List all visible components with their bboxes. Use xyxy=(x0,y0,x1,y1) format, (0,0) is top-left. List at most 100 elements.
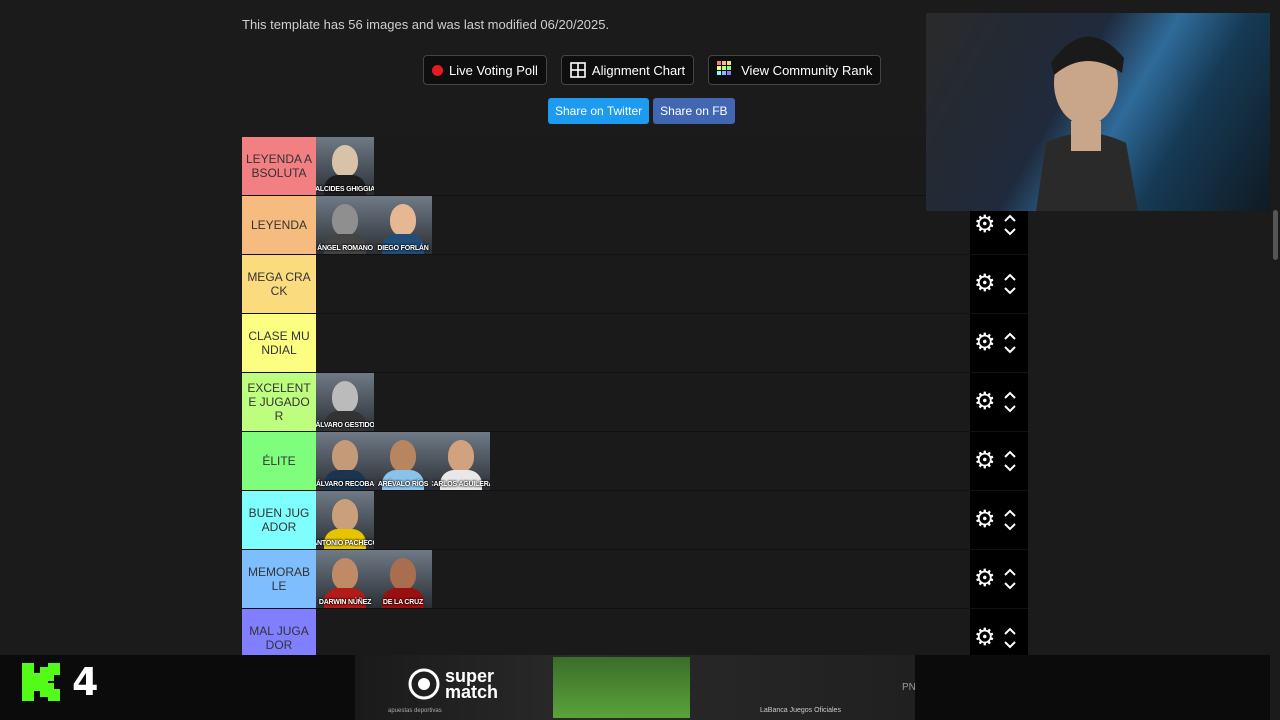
chevron-down-icon[interactable] xyxy=(1004,641,1016,649)
player-card[interactable]: DE LA CRUZ xyxy=(374,550,432,608)
tier-list: LEYENDA ABSOLUTAALCIDES GHIGGIA⚙LEYENDAÁ… xyxy=(242,137,1028,668)
player-name: CARLOS AGUILERA xyxy=(432,481,490,488)
grid-icon xyxy=(570,62,586,78)
tier-label[interactable]: LEYENDA ABSOLUTA xyxy=(242,137,316,195)
player-name: ÁLVARO GESTIDO xyxy=(316,422,374,429)
player-card[interactable]: ÁLVARO RECOBA xyxy=(316,432,374,490)
alignment-label: Alignment Chart xyxy=(591,62,686,78)
tier-row: LEYENDA ABSOLUTAALCIDES GHIGGIA⚙ xyxy=(242,137,1028,196)
tier-label[interactable]: MEGA CRACK xyxy=(242,255,316,313)
chevron-up-icon[interactable] xyxy=(1004,627,1016,635)
player-card[interactable]: ÁLVARO GESTIDO xyxy=(316,373,374,431)
chevron-down-icon[interactable] xyxy=(1004,523,1016,531)
tier-row: ÉLITEÁLVARO RECOBAARÉVALO RÍOSCARLOS AGU… xyxy=(242,432,1028,491)
ad-fineprint: LaBanca Juegos Oficiales xyxy=(760,707,841,714)
share-twitter-button[interactable]: Share on Twitter xyxy=(548,98,650,124)
tier-controls: ⚙ xyxy=(970,432,1028,490)
gear-icon[interactable]: ⚙ xyxy=(974,449,996,473)
kick-logo-icon xyxy=(22,663,60,701)
tier-row: MEGA CRACK ⚙ xyxy=(242,255,1028,314)
gear-icon[interactable]: ⚙ xyxy=(974,331,996,355)
player-card[interactable]: ARÉVALO RÍOS xyxy=(374,432,432,490)
player-photo xyxy=(390,204,416,236)
scrollbar-thumb[interactable] xyxy=(1273,210,1278,260)
live-voting-poll-button[interactable]: Live Voting Poll xyxy=(423,55,547,85)
chevron-down-icon[interactable] xyxy=(1004,228,1016,236)
player-name: DIEGO FORLÁN xyxy=(377,245,429,252)
chevron-up-icon[interactable] xyxy=(1004,332,1016,340)
player-card[interactable]: ALCIDES GHIGGIA xyxy=(316,137,374,195)
community-label: View Community Rank xyxy=(741,62,873,78)
streamer-webcam xyxy=(1036,36,1138,211)
player-card[interactable]: DIEGO FORLÁN xyxy=(374,196,432,254)
tier-row: MEMORABLE DARWIN NÚÑEZ DE LA CRUZ ⚙ xyxy=(242,550,1028,609)
ad-brand-line2: match xyxy=(445,682,499,702)
webcam-overlay xyxy=(926,13,1276,211)
tier-row: LEYENDA ÁNGEL ROMANO DIEGO FORLÁN ⚙ xyxy=(242,196,1028,255)
chevron-up-icon[interactable] xyxy=(1004,214,1016,222)
tier-items: ANTONIO PACHECO xyxy=(316,491,1028,549)
player-photo xyxy=(332,499,358,531)
player-photo xyxy=(332,381,358,413)
tier-items xyxy=(316,255,1028,313)
page-scrollbar[interactable] xyxy=(1270,0,1280,720)
player-card[interactable]: ANTONIO PACHECO xyxy=(316,491,374,549)
tier-label[interactable]: ÉLITE xyxy=(242,432,316,490)
gear-icon[interactable]: ⚙ xyxy=(974,213,996,237)
tier-controls: ⚙ xyxy=(970,491,1028,549)
tier-controls: ⚙ xyxy=(970,373,1028,431)
gear-icon[interactable]: ⚙ xyxy=(974,626,996,650)
share-fb-button[interactable]: Share on FB xyxy=(653,98,735,124)
tier-items: DARWIN NÚÑEZ DE LA CRUZ xyxy=(316,550,1028,608)
gear-icon[interactable]: ⚙ xyxy=(974,272,996,296)
player-card[interactable]: ÁNGEL ROMANO xyxy=(316,196,374,254)
tier-label[interactable]: LEYENDA xyxy=(242,196,316,254)
tier-label[interactable]: MEMORABLE xyxy=(242,550,316,608)
player-name: DARWIN NÚÑEZ xyxy=(318,599,372,606)
chevron-up-icon[interactable] xyxy=(1004,450,1016,458)
tier-controls: ⚙ xyxy=(970,314,1028,372)
ad-game-image xyxy=(553,657,690,718)
tier-label[interactable]: EXCELENTE JUGADOR xyxy=(242,373,316,431)
chevron-down-icon[interactable] xyxy=(1004,405,1016,413)
player-photo xyxy=(332,145,358,177)
record-dot-icon xyxy=(432,64,443,76)
tier-label[interactable]: BUEN JUGADOR xyxy=(242,491,316,549)
ad-pn-label: PN xyxy=(902,682,916,693)
chevron-down-icon[interactable] xyxy=(1004,346,1016,354)
tier-row: CLASE MUNDIAL ⚙ xyxy=(242,314,1028,373)
tier-items: ÁLVARO GESTIDO xyxy=(316,373,1028,431)
ad-subtext: apuestas deportivas xyxy=(388,708,442,714)
tier-controls: ⚙ xyxy=(970,550,1028,608)
chevron-down-icon[interactable] xyxy=(1004,287,1016,295)
tier-items: ALCIDES GHIGGIA xyxy=(316,137,1028,195)
player-card[interactable]: DARWIN NÚÑEZ xyxy=(316,550,374,608)
tier-items: ÁNGEL ROMANO DIEGO FORLÁN xyxy=(316,196,1028,254)
ad-brand: super match xyxy=(445,667,499,702)
player-photo xyxy=(332,558,358,590)
tier-label[interactable]: CLASE MUNDIAL xyxy=(242,314,316,372)
gear-icon[interactable]: ⚙ xyxy=(974,508,996,532)
player-name: ALCIDES GHIGGIA xyxy=(316,186,374,193)
player-card[interactable]: CARLOS AGUILERA xyxy=(432,432,490,490)
chevron-down-icon[interactable] xyxy=(1004,582,1016,590)
view-community-rank-button[interactable]: View Community Rank xyxy=(708,55,882,85)
chevron-up-icon[interactable] xyxy=(1004,391,1016,399)
player-name: ÁLVARO RECOBA xyxy=(316,481,374,488)
chevron-up-icon[interactable] xyxy=(1004,509,1016,517)
action-buttons: Live Voting Poll Alignment Chart View Co… xyxy=(423,55,882,85)
chevron-up-icon[interactable] xyxy=(1004,568,1016,576)
tier-controls: ⚙ xyxy=(970,255,1028,313)
player-name: ARÉVALO RÍOS xyxy=(377,481,429,488)
player-photo xyxy=(332,204,358,236)
player-photo xyxy=(390,558,416,590)
chevron-up-icon[interactable] xyxy=(1004,273,1016,281)
live-voting-label: Live Voting Poll xyxy=(449,62,538,78)
share-buttons: Share on Twitter Share on FB xyxy=(548,98,735,124)
player-name: ÁNGEL ROMANO xyxy=(317,245,373,252)
chevron-down-icon[interactable] xyxy=(1004,464,1016,472)
tier-row: EXCELENTE JUGADOR ÁLVARO GESTIDO ⚙ xyxy=(242,373,1028,432)
gear-icon[interactable]: ⚙ xyxy=(974,567,996,591)
gear-icon[interactable]: ⚙ xyxy=(974,390,996,414)
alignment-chart-button[interactable]: Alignment Chart xyxy=(560,55,695,85)
